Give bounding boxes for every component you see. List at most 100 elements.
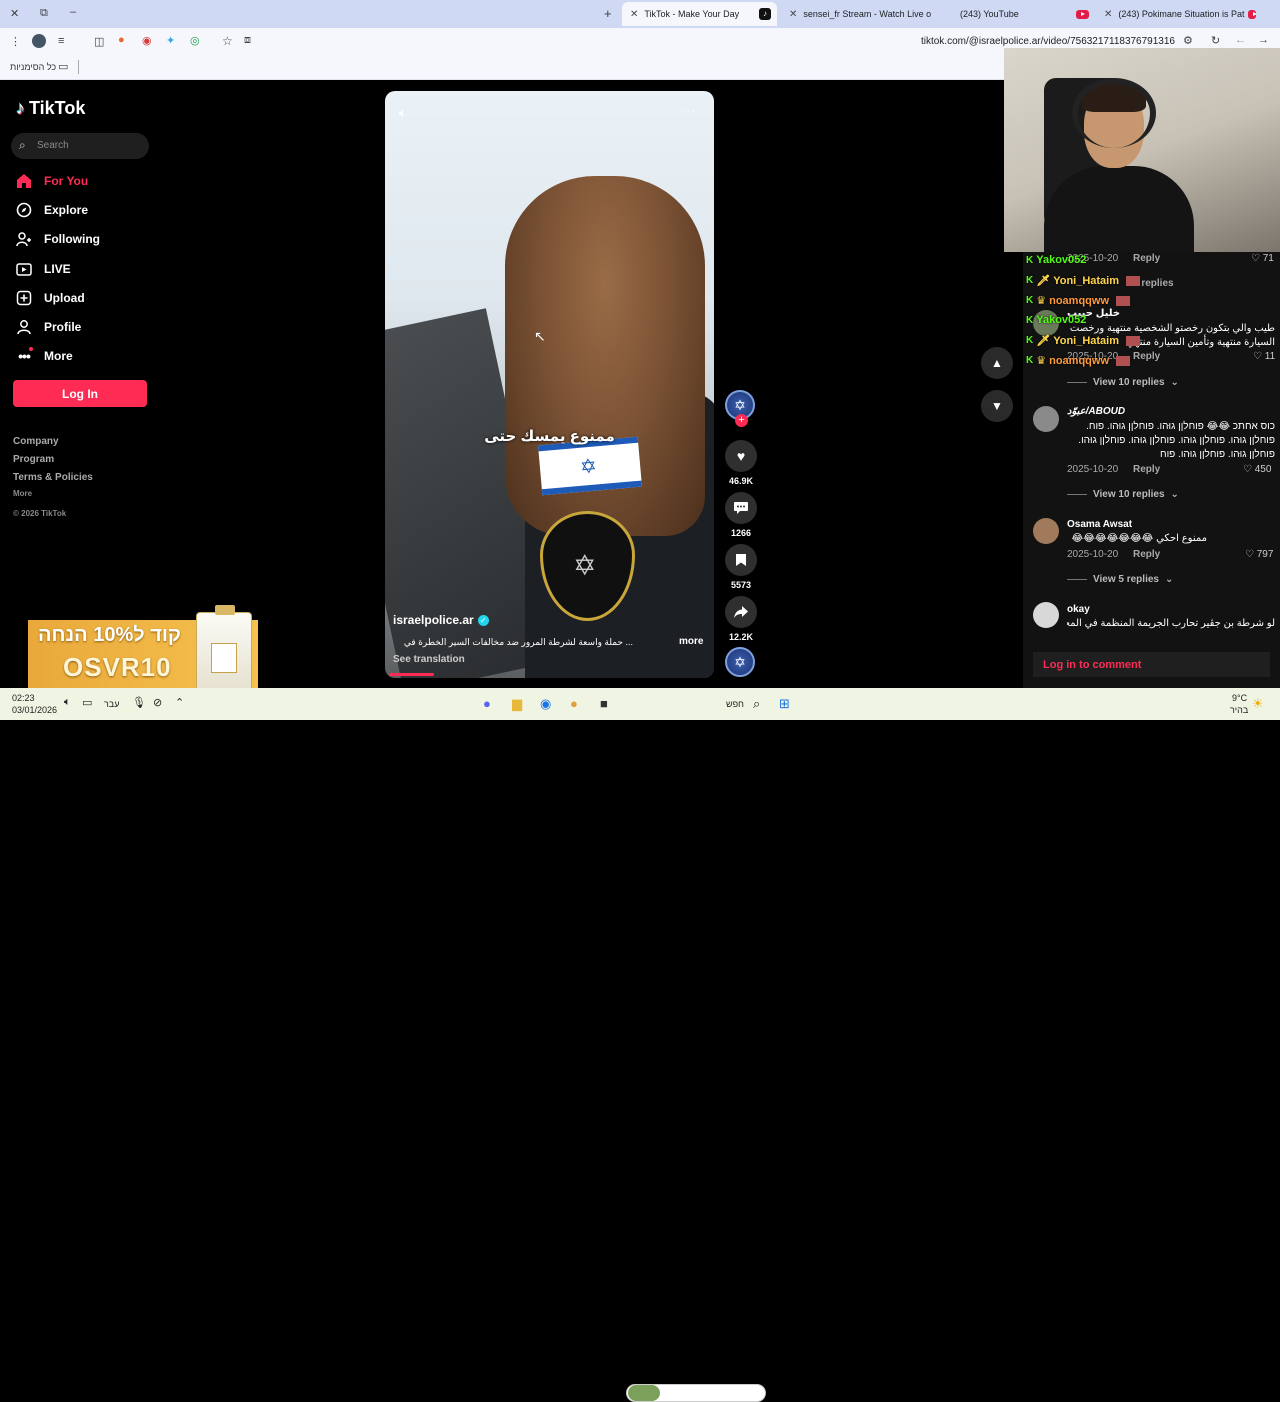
like-count[interactable]: ♡ 71 (1251, 253, 1274, 264)
reply-button[interactable]: Reply (1133, 549, 1160, 560)
like-count[interactable]: ♡ 450 (1243, 464, 1271, 475)
menu-dots-icon[interactable]: ⋮ (10, 35, 21, 48)
all-bookmarks-label[interactable]: כל הסימניות (10, 62, 56, 72)
close-icon[interactable]: ✕ (1104, 9, 1112, 20)
like-button[interactable]: ♥ 46.9K (725, 440, 757, 486)
footer-more[interactable]: More (13, 489, 32, 498)
extension-icon[interactable]: ◎ (190, 34, 200, 47)
footer-program[interactable]: Program (13, 454, 54, 465)
microphone-icon[interactable]: 🎙︎ (132, 696, 146, 709)
new-tab-icon[interactable]: + (604, 6, 612, 21)
comment-author[interactable]: Osama Awsat (1067, 519, 1132, 530)
network-icon[interactable]: ▭ (82, 696, 92, 709)
notifications-off-icon[interactable]: ⊘ (153, 696, 162, 709)
like-count[interactable]: ♡ 11 (1253, 351, 1275, 362)
video-more-icon[interactable]: ··· (683, 103, 695, 117)
tab-search-icon[interactable]: ⧈ (244, 34, 251, 47)
reload-icon[interactable]: ↻ (1211, 34, 1220, 47)
clock-time[interactable]: 02:23 (12, 693, 35, 703)
media-icon[interactable]: ≡ (58, 35, 64, 47)
extension-icon[interactable]: ◉ (142, 34, 152, 47)
see-translation-button[interactable]: See translation (393, 654, 465, 665)
back-icon[interactable]: ← (1235, 34, 1246, 46)
extension-icon[interactable]: ● (118, 34, 125, 46)
comment-author[interactable]: okay (1067, 604, 1090, 615)
volume-icon[interactable]: 🔈︎ (399, 105, 407, 121)
footer-company[interactable]: Company (13, 436, 59, 447)
discord-icon[interactable]: ● (483, 696, 491, 711)
chrome-icon[interactable]: ◉ (540, 696, 551, 712)
commenter-avatar[interactable] (1033, 518, 1059, 544)
close-icon[interactable]: ✕ (630, 9, 638, 20)
view-replies-button[interactable]: View 5 replies ⌄ (1067, 574, 1173, 585)
speaker-icon[interactable]: 🔈︎ (64, 696, 71, 709)
video-player[interactable]: ✡ ✡ 🔈︎ ··· ممنوع يمسك حتى israelpolice.a… (385, 91, 714, 678)
nav-live[interactable]: LIVE (16, 261, 71, 277)
app-icon[interactable]: ■ (600, 696, 608, 711)
view-replies-button[interactable]: View 10 replies ⌄ (1067, 377, 1179, 388)
reply-button[interactable]: Reply (1133, 351, 1160, 362)
nav-label: LIVE (44, 262, 71, 276)
tab-youtube-pokimane[interactable]: ✕ (243) Pokimane Situation is Pat (1100, 2, 1256, 26)
close-icon[interactable]: ✕ (789, 9, 797, 20)
restore-window-icon[interactable]: ⧉ (40, 7, 48, 20)
extensions-icon[interactable]: ◫ (94, 35, 104, 48)
chevron-up-icon[interactable]: ⌃ (175, 696, 184, 709)
close-window-icon[interactable]: ✕ (10, 7, 19, 20)
share-icon (725, 596, 757, 628)
clock-date[interactable]: 03/01/2026 (12, 705, 57, 715)
tab-tiktok[interactable]: ✕ TikTok - Make Your Day ♪ (622, 2, 777, 26)
comment-author[interactable]: عبوّد/ABOUD (1067, 406, 1125, 417)
kick-badge-icon: K (1026, 295, 1034, 306)
minimize-window-icon[interactable]: – (70, 6, 76, 18)
nav-for-you[interactable]: For You (16, 173, 88, 189)
following-icon (16, 231, 32, 247)
author-avatar[interactable]: ✡ + (725, 390, 757, 427)
folder-icon[interactable]: ▭ (58, 60, 68, 73)
nav-following[interactable]: Following (16, 231, 100, 247)
weather-desc[interactable]: בהיר (1230, 705, 1248, 715)
nav-more[interactable]: ••• More (16, 348, 73, 364)
bookmark-star-icon[interactable]: ☆ (222, 34, 233, 48)
language-indicator[interactable]: עבר (104, 699, 119, 709)
comment-button[interactable]: 1266 (725, 492, 757, 538)
footer-terms[interactable]: Terms & Policies (13, 472, 93, 483)
view-replies-button[interactable]: View 10 replies ⌄ (1067, 489, 1179, 500)
nav-upload[interactable]: Upload (16, 290, 85, 306)
share-button[interactable]: 12.2K (725, 596, 757, 642)
reply-button[interactable]: Reply (1133, 253, 1160, 264)
weather-temp[interactable]: 9°C (1232, 693, 1247, 703)
previous-video-button[interactable]: ▲ (981, 347, 1013, 379)
app-icon[interactable]: ● (570, 696, 578, 711)
url-field[interactable]: tiktok.com/@israelpolice.ar/video/756321… (600, 36, 1175, 47)
nav-profile[interactable]: Profile (16, 319, 81, 335)
comment-count: 1266 (730, 528, 752, 538)
tiktok-logo[interactable]: ♪ TikTok (16, 98, 85, 119)
file-explorer-icon[interactable]: ▆ (512, 696, 522, 712)
tab-title: sensei_fr Stream - Watch Live o (803, 9, 932, 19)
windows-start-icon[interactable]: ⊞ (779, 696, 790, 712)
follow-plus-icon[interactable]: + (735, 414, 748, 427)
forward-icon[interactable]: → (1258, 34, 1269, 46)
weather-sun-icon[interactable]: ☀ (1252, 696, 1264, 712)
music-disc[interactable]: ✡ (725, 647, 757, 677)
nav-explore[interactable]: Explore (16, 202, 88, 218)
commenter-avatar[interactable] (1033, 406, 1059, 432)
reply-button[interactable]: Reply (1133, 464, 1160, 475)
like-number: 450 (1254, 464, 1272, 475)
video-author[interactable]: israelpolice.ar ✓ (393, 613, 489, 627)
tab-youtube[interactable]: (243) YouTube (940, 2, 1095, 26)
video-progress-bar[interactable] (389, 673, 434, 676)
description-more-button[interactable]: more (679, 636, 703, 647)
extension-icon[interactable]: ✦ (166, 34, 175, 47)
next-video-button[interactable]: ▼ (981, 390, 1013, 422)
profile-avatar[interactable] (32, 34, 46, 48)
commenter-avatar[interactable] (1033, 602, 1059, 628)
login-to-comment-button[interactable]: Log in to comment (1033, 652, 1270, 677)
like-count[interactable]: ♡ 797 (1245, 549, 1273, 560)
save-button[interactable]: 5573 (725, 544, 757, 590)
login-button[interactable]: Log In (13, 380, 147, 407)
site-settings-icon[interactable]: ⚙ (1183, 34, 1193, 47)
tab-kick-stream[interactable]: ✕ sensei_fr Stream - Watch Live o (785, 2, 933, 26)
search-input[interactable]: ⌕ Search (11, 133, 149, 159)
